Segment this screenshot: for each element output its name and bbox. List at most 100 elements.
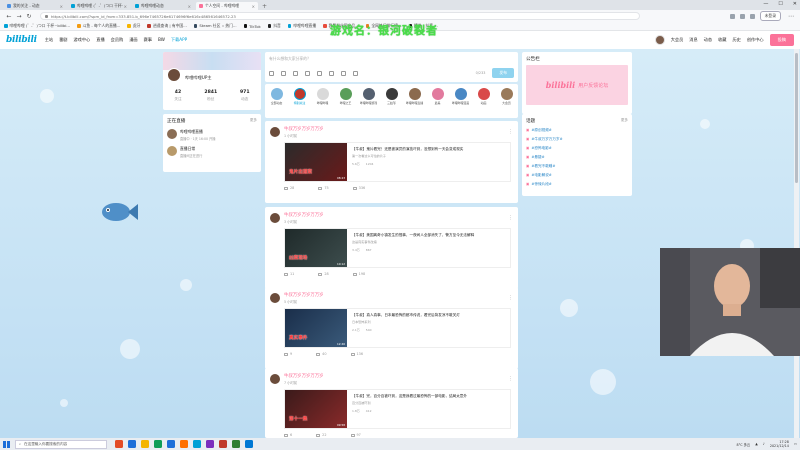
more-menu-icon[interactable]: ⋯ [786,13,796,20]
url-input[interactable]: https://t.bilibili.com/?spm_id_from=333.… [40,12,640,20]
header-right-link[interactable]: 动态 [704,37,712,43]
bookmark-item[interactable]: 逍遥查询 | 有中国... [147,23,187,29]
emoji-icon[interactable] [269,70,274,76]
refresh-icon[interactable]: ↻ [24,13,34,20]
like-button[interactable]: 136 [350,352,363,356]
video-card[interactable]: 凶案现场 10:12 【牛叔】美国离奇小镇发生的怪事，一夜间人全部消失了，警方至今无… [284,228,511,268]
forward-icon[interactable]: → [14,13,24,20]
share-button[interactable]: 9 [284,352,292,356]
following-avatar-item[interactable]: 哔哩之王 [337,88,355,118]
topic-item[interactable]: ▣ #恐怖电影# [526,146,628,151]
header-right-link[interactable]: 消息 [689,37,697,43]
live-more-link[interactable]: 更多 [250,118,257,124]
header-right-link[interactable]: 创作中心 [747,37,764,43]
tab-close-icon[interactable]: × [188,4,191,9]
live-item[interactable]: 哔哩哔哩直播 直播中 · 1天 16:00 开播 [167,129,257,141]
taskbar-app-icon[interactable] [206,440,214,448]
new-tab-icon[interactable]: + [262,3,267,10]
composer-input[interactable]: 有什么想和大家分享的？ [269,56,514,66]
video-thumbnail[interactable]: 鬼片出道案 08:23 [285,143,347,181]
tab-close-icon[interactable]: × [124,4,127,9]
taskbar-app-icon[interactable] [141,440,149,448]
following-avatar-item[interactable]: 动画 [475,88,493,118]
header-nav-item[interactable]: 番剧 [59,37,67,43]
following-avatar-item[interactable]: 哔哩哔哩游戏 [360,88,378,118]
windows-start-icon[interactable] [3,440,10,448]
taskbar-app-icon[interactable] [219,440,227,448]
video-card[interactable]: 第十一集 09:58 【牛叔】完，百分百被吓到，这是我看过最恐怖的一部电影，结局太意… [284,389,511,429]
comment-button[interactable]: 40 [316,352,327,356]
bookmark-item[interactable]: 抖音 [267,23,281,29]
bookmark-item[interactable]: Steam 社区 :: 热门... [193,23,237,29]
comment-button[interactable]: 22 [316,433,327,437]
taskbar-app-icon[interactable] [245,440,253,448]
header-nav-item[interactable]: 赛事 [144,37,152,43]
following-avatar-item[interactable]: 哔哩哔哩 [314,88,332,118]
topic-item[interactable]: ▣ #牛叔万岁万万岁# [526,137,628,142]
video-title[interactable]: 【牛叔】完，百分百被吓到，这是我看过最恐怖的一部电影，结局太意外 [352,394,467,399]
taskbar-app-icon[interactable] [232,440,240,448]
collections-icon[interactable] [749,13,755,19]
page-scrollbar[interactable] [794,49,799,438]
profile-name[interactable]: 哔哩哔哩UP主 [185,75,212,81]
close-window-icon[interactable]: ✕ [793,1,797,7]
comment-button[interactable]: 28 [318,272,329,276]
browser-login-button[interactable]: 未登录 [759,11,781,21]
lottery-icon[interactable] [341,70,346,76]
like-button[interactable]: 198 [352,272,365,276]
bookmark-item[interactable]: 虎牙 [127,23,140,29]
taskbar-app-icon[interactable] [115,440,123,448]
taskbar-app-icon[interactable] [167,440,175,448]
profile-stat[interactable]: 2841 粉丝 [204,90,217,102]
video-card[interactable]: 真实事件 12:46 【牛叔】真人真事，日本最恐怖的都市传说，看完后背发凉不敢关灯日… [284,308,511,348]
back-icon[interactable]: ← [4,13,14,20]
topic-item[interactable]: ▣ #悬疑# [526,155,628,160]
profile-stat[interactable]: 971 动态 [240,90,250,102]
header-nav-item[interactable]: 会员购 [111,37,124,43]
live-item[interactable]: 直播日常 直播间正在进行 [167,146,257,158]
post-author-name[interactable]: 牛叔万岁万岁万万岁 [284,292,324,298]
post-menu-icon[interactable]: ⋮ [508,295,513,301]
topic-item[interactable]: ▣ #电影解说# [526,173,628,178]
video-thumbnail[interactable]: 真实事件 12:46 [285,309,347,347]
taskbar-app-icon[interactable] [193,440,201,448]
download-app-link[interactable]: 下载APP [171,37,187,43]
following-avatar-item[interactable]: 三姑爷 [383,88,401,118]
header-right-link[interactable]: 历史 [732,37,740,43]
upload-button[interactable]: 投稿 [769,34,794,46]
share-button[interactable]: 28 [284,186,294,190]
browser-tab[interactable]: 我的关注 - 动态 × [4,2,66,10]
vote-icon[interactable] [317,70,322,76]
video-thumbnail[interactable]: 第十一集 09:58 [285,390,347,428]
notification-icon[interactable]: ▭ [794,442,797,446]
post-menu-icon[interactable]: ⋮ [508,376,513,382]
taskbar-app-icon[interactable] [154,440,162,448]
like-button[interactable]: 336 [352,186,365,190]
following-avatar-item[interactable]: 全部动态 [268,88,286,118]
tab-close-icon[interactable]: × [252,4,255,9]
topic-item[interactable]: ▣ #惊悚片段# [526,182,628,187]
following-avatar-item[interactable]: 最美 [429,88,447,118]
weather-text[interactable]: 8°C 多云 [737,442,751,447]
post-menu-icon[interactable]: ⋮ [508,215,513,221]
bookmark-item[interactable]: 斗鱼 - 每个人的直播... [77,23,120,29]
bookmark-item[interactable]: 哔哩哔哩 (゜-゜)つロ 干杯~bilibi... [4,23,70,29]
publish-button[interactable]: 发布 [492,68,514,78]
topic-icon[interactable] [305,70,310,76]
taskbar-search-input[interactable]: ⌕ 在这里输入你要搜索的内容 [15,439,107,449]
post-author-name[interactable]: 牛叔万岁万岁万万岁 [284,212,324,218]
taskbar-app-icon[interactable] [180,440,188,448]
feedback-forum-banner[interactable]: bilibili 用户反馈论坛 [526,65,628,105]
post-author-name[interactable]: 牛叔万岁万岁万万岁 [284,126,324,132]
profile-stat[interactable]: 42 关注 [174,90,181,102]
header-nav-item[interactable]: 主站 [45,37,53,43]
post-author-avatar[interactable] [270,213,280,223]
browser-tab[interactable]: 哔哩哔哩 (゜-゜)つロ 干杯~bilibili× [68,2,130,10]
bookmark-item[interactable]: TikTok [243,24,261,29]
browser-tab[interactable]: 哔哩哔哩动态 × [132,2,194,10]
video-title[interactable]: 【牛叔】真人真事，日本最恐怖的都市传说，看完后背发凉不敢关灯 [352,313,460,318]
following-avatar-item[interactable]: 大会员 [498,88,516,118]
topic-item[interactable]: ▣ #看完不敢睡# [526,164,628,169]
maximize-icon[interactable]: ☐ [778,1,782,7]
taskbar-app-icon[interactable] [128,440,136,448]
